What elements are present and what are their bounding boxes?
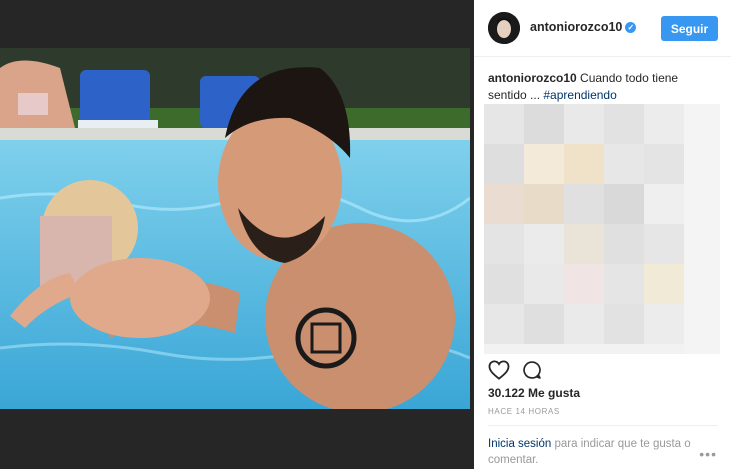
divider: [488, 425, 718, 426]
caption-username[interactable]: antoniorozco10: [488, 71, 577, 85]
post-username[interactable]: antoniorozco10 ✓: [530, 20, 637, 34]
username-text[interactable]: antoniorozco10: [530, 20, 622, 34]
avatar[interactable]: [488, 12, 520, 44]
photo-panel: [0, 0, 474, 469]
hashtag-link[interactable]: #aprendiendo: [543, 88, 616, 102]
post-header: antoniorozco10 ✓ Seguir: [474, 0, 731, 57]
login-prompt: Inicia sesión para indicar que te gusta …: [488, 436, 718, 468]
heart-icon[interactable]: [488, 360, 510, 385]
likes-count[interactable]: 30.122 Me gusta: [488, 386, 580, 400]
login-link[interactable]: Inicia sesión: [488, 438, 551, 450]
post-sidebar: antoniorozco10 ✓ Seguir antoniorozco10 Cu…: [474, 0, 731, 469]
verified-badge-icon: ✓: [625, 22, 637, 33]
blurred-comments: [484, 104, 720, 354]
follow-button[interactable]: Seguir: [661, 16, 718, 41]
post-timestamp: HACE 14 HORAS: [488, 407, 560, 416]
more-options-icon[interactable]: •••: [699, 446, 717, 462]
comment-icon[interactable]: [522, 360, 542, 385]
post-caption: antoniorozco10 Cuando todo tiene sentido…: [488, 70, 718, 104]
post-photo[interactable]: [0, 48, 470, 409]
